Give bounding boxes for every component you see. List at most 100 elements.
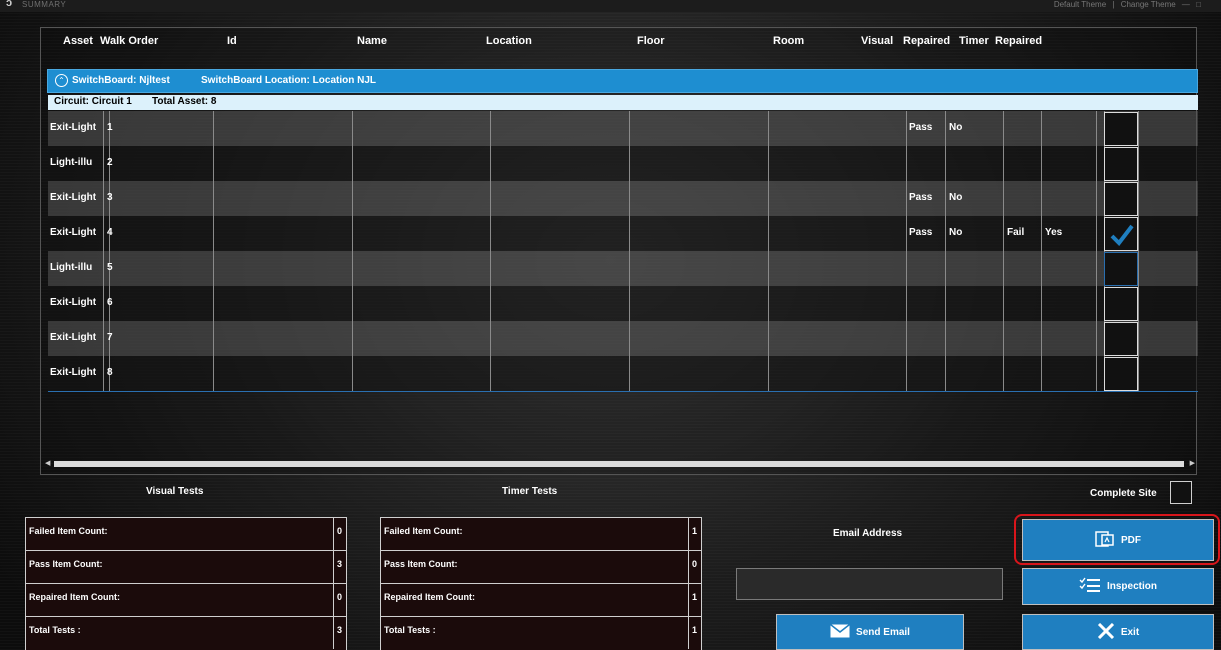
exit-button[interactable]: Exit xyxy=(1022,614,1214,650)
column-divider xyxy=(103,356,104,391)
header-asset[interactable]: Asset xyxy=(63,35,93,47)
header-name[interactable]: Name xyxy=(357,35,387,47)
inspection-button[interactable]: Inspection xyxy=(1022,568,1214,605)
default-theme-link[interactable]: Default Theme xyxy=(1054,0,1106,9)
column-divider xyxy=(1096,216,1097,251)
header-visual[interactable]: Visual xyxy=(861,35,893,47)
column-divider xyxy=(103,286,104,321)
column-divider xyxy=(1003,181,1004,216)
row-checkbox[interactable] xyxy=(1104,287,1138,321)
maximize-icon[interactable]: □ xyxy=(1196,0,1201,9)
column-divider xyxy=(1041,286,1042,321)
scrollbar-thumb[interactable] xyxy=(54,461,1184,467)
column-divider xyxy=(490,321,491,356)
row-checkbox[interactable] xyxy=(1104,252,1138,286)
pdf-button[interactable]: PDF xyxy=(1022,519,1214,561)
row-checkbox[interactable] xyxy=(1104,112,1138,146)
table-row[interactable]: Exit-Light 1 Pass No xyxy=(48,111,1198,146)
column-divider xyxy=(629,111,630,146)
column-divider xyxy=(1003,286,1004,321)
column-divider xyxy=(213,251,214,286)
stat-row: Pass Item Count: 0 xyxy=(381,551,701,584)
column-divider xyxy=(768,216,769,251)
column-divider xyxy=(629,181,630,216)
column-divider xyxy=(103,146,104,181)
complete-site-checkbox[interactable] xyxy=(1170,481,1192,504)
stat-value: 3 xyxy=(333,617,346,649)
change-theme-link[interactable]: Change Theme xyxy=(1121,0,1176,9)
column-divider xyxy=(629,251,630,286)
column-divider xyxy=(629,356,630,391)
column-divider xyxy=(1138,181,1139,216)
send-email-label: Send Email xyxy=(856,626,910,638)
header-timer[interactable]: Timer xyxy=(959,35,989,47)
column-divider xyxy=(1096,146,1097,181)
column-divider xyxy=(213,356,214,391)
stat-value: 1 xyxy=(688,617,701,649)
column-divider xyxy=(906,111,907,146)
header-floor[interactable]: Floor xyxy=(637,35,665,47)
pdf-button-label: PDF xyxy=(1121,534,1141,546)
column-divider xyxy=(906,251,907,286)
timer-tests-title: Timer Tests xyxy=(502,486,558,497)
row-checkbox[interactable] xyxy=(1104,217,1138,251)
walk-order-cell: 3 xyxy=(107,192,113,203)
send-email-button[interactable]: Send Email xyxy=(776,614,964,650)
table-row[interactable]: Exit-Light 7 xyxy=(48,321,1198,356)
column-divider xyxy=(1138,286,1139,321)
column-divider xyxy=(1041,216,1042,251)
pdf-document-icon xyxy=(1095,530,1115,550)
column-divider xyxy=(629,216,630,251)
header-room[interactable]: Room xyxy=(773,35,804,47)
timer-cell: Fail xyxy=(1007,227,1025,238)
walk-order-cell: 5 xyxy=(107,262,113,273)
theme-links[interactable]: Default Theme | Change Theme — □ xyxy=(1050,0,1201,9)
column-divider xyxy=(945,146,946,181)
stat-label: Repaired Item Count: xyxy=(384,592,476,602)
column-divider xyxy=(1096,111,1097,146)
row-checkbox[interactable] xyxy=(1104,147,1138,181)
row-checkbox[interactable] xyxy=(1104,357,1138,391)
header-timer-repaired[interactable]: Repaired xyxy=(995,35,1042,47)
visual-tests-panel: Failed Item Count: 0 Pass Item Count: 3 Repa… xyxy=(25,517,347,650)
app-logo-icon: ↄ xyxy=(6,0,13,9)
column-divider xyxy=(490,146,491,181)
minimize-icon[interactable]: — xyxy=(1182,0,1190,9)
header-id[interactable]: Id xyxy=(227,35,237,47)
timer-tests-panel: Failed Item Count: 1 Pass Item Count: 0 Repa… xyxy=(380,517,702,650)
row-checkbox[interactable] xyxy=(1104,322,1138,356)
switchboard-group-bar[interactable]: ⌃ SwitchBoard: Njltest SwitchBoard Locat… xyxy=(47,69,1198,93)
column-divider xyxy=(945,216,946,251)
column-divider xyxy=(213,216,214,251)
column-divider xyxy=(213,111,214,146)
table-row[interactable]: Light-illu 2 xyxy=(48,146,1198,181)
checkmark-icon xyxy=(1110,224,1134,246)
table-row[interactable]: Exit-Light 6 xyxy=(48,286,1198,321)
column-divider xyxy=(213,181,214,216)
email-address-input[interactable] xyxy=(736,568,1003,600)
stat-label: Failed Item Count: xyxy=(384,526,463,536)
scroll-right-icon[interactable]: ▶ xyxy=(1190,459,1195,467)
header-location[interactable]: Location xyxy=(486,35,532,47)
column-divider xyxy=(490,286,491,321)
row-checkbox[interactable] xyxy=(1104,182,1138,216)
column-divider xyxy=(213,286,214,321)
table-row[interactable]: Exit-Light 8 xyxy=(48,356,1198,391)
collapse-toggle-icon[interactable]: ⌃ xyxy=(55,74,68,87)
stat-label: Repaired Item Count: xyxy=(29,592,121,602)
column-divider xyxy=(490,111,491,146)
horizontal-scrollbar[interactable]: ◀ ▶ xyxy=(44,459,1197,467)
table-row[interactable]: Exit-Light 4 Pass No Fail Yes xyxy=(48,216,1198,251)
header-walk-order[interactable]: Walk Order xyxy=(100,35,158,47)
timer-repaired-cell: Yes xyxy=(1045,227,1063,238)
stat-row: Failed Item Count: 1 xyxy=(381,518,701,551)
header-visual-repaired[interactable]: Repaired xyxy=(903,35,950,47)
stat-label: Pass Item Count: xyxy=(384,559,458,569)
table-row[interactable]: Exit-Light 3 Pass No xyxy=(48,181,1198,216)
column-divider xyxy=(945,321,946,356)
envelope-icon xyxy=(830,623,851,641)
scroll-left-icon[interactable]: ◀ xyxy=(45,459,50,467)
table-row[interactable]: Light-illu 5 xyxy=(48,251,1198,286)
column-divider xyxy=(1003,251,1004,286)
stat-row: Pass Item Count: 3 xyxy=(26,551,346,584)
